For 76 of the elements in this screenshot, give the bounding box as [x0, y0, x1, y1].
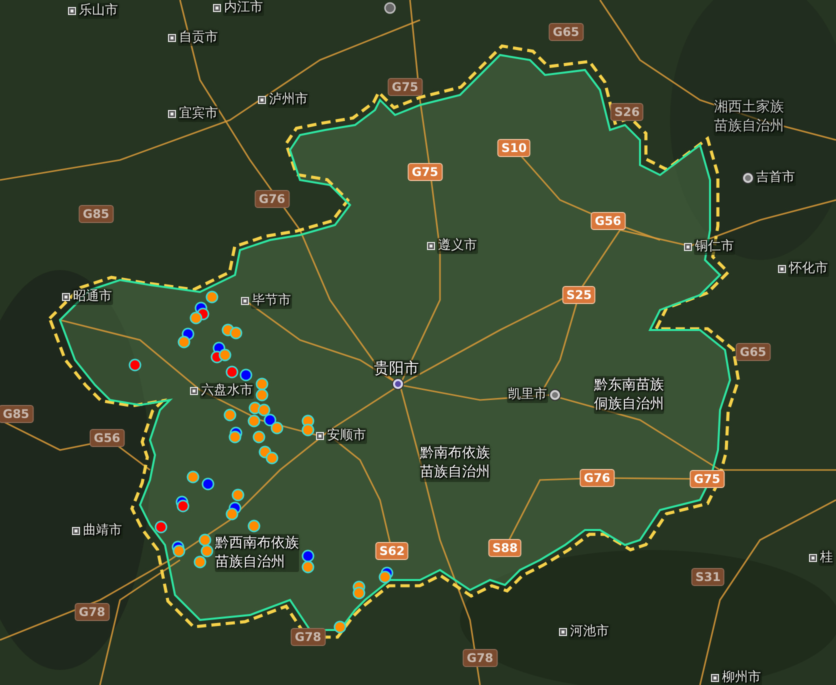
city-icon	[809, 554, 817, 562]
map-marker[interactable]	[252, 430, 266, 444]
map-marker[interactable]	[258, 404, 270, 416]
highway-shield: G85	[0, 405, 34, 423]
map-marker[interactable]	[228, 430, 242, 444]
city-icon	[258, 96, 266, 104]
map-marker[interactable]	[186, 470, 200, 484]
map-marker[interactable]	[226, 366, 238, 378]
map-marker[interactable]	[206, 290, 218, 304]
highway-shield: G78	[290, 628, 326, 646]
city-icon	[62, 293, 70, 301]
map-marker[interactable]	[190, 312, 202, 324]
city-icon	[550, 390, 560, 400]
map-marker[interactable]	[334, 620, 346, 634]
map-marker[interactable]	[248, 414, 260, 428]
map-marker[interactable]	[378, 570, 392, 584]
highway-shield: G56	[590, 212, 626, 230]
city-icon	[168, 110, 176, 118]
map-marker[interactable]	[302, 550, 314, 562]
highway-shield: G78	[462, 649, 498, 667]
city-icon	[684, 243, 692, 251]
highway-shield: G75	[690, 470, 724, 488]
highway-shield: G76	[580, 469, 614, 487]
highway-shield: G76	[254, 190, 290, 208]
map-marker[interactable]	[218, 348, 232, 362]
map-marker[interactable]	[154, 520, 168, 534]
map-marker[interactable]	[264, 414, 276, 426]
city-icon	[72, 527, 80, 535]
highway-shield: S88	[488, 539, 522, 557]
city-icon	[711, 674, 719, 682]
map-marker[interactable]	[224, 408, 236, 422]
map-marker[interactable]	[230, 326, 242, 340]
city-icon	[559, 628, 567, 636]
map-marker[interactable]	[176, 500, 190, 512]
city-icon	[190, 387, 198, 395]
highway-shield: G75	[388, 78, 422, 96]
city-icon	[68, 7, 76, 15]
highway-shield: S31	[691, 568, 725, 586]
city-marker-icon	[384, 2, 396, 14]
highway-shield: G65	[736, 343, 770, 361]
map-marker[interactable]	[178, 336, 190, 348]
map-marker[interactable]	[352, 586, 366, 600]
highway-shield: S10	[497, 139, 531, 157]
map-marker[interactable]	[302, 424, 314, 436]
map-marker[interactable]	[172, 544, 186, 558]
capital-icon	[393, 379, 403, 389]
map-marker[interactable]	[302, 560, 314, 574]
city-icon	[778, 265, 786, 273]
map-marker[interactable]	[202, 478, 214, 490]
city-icon	[316, 432, 324, 440]
highway-shield: S26	[610, 103, 644, 121]
map-marker[interactable]	[256, 378, 268, 390]
map-marker[interactable]	[198, 534, 212, 546]
map-marker[interactable]	[248, 520, 260, 532]
map-marker[interactable]	[128, 358, 142, 372]
highway-shield: G56	[90, 429, 124, 447]
map-marker[interactable]	[194, 556, 206, 568]
map-marker[interactable]	[256, 388, 268, 402]
highway-shield: G65	[548, 23, 584, 41]
highway-shield: G85	[78, 205, 114, 223]
region-label: 湘西土家族苗族自治州	[714, 98, 784, 136]
city-icon	[168, 34, 176, 42]
city-icon	[213, 4, 221, 12]
map-marker[interactable]	[266, 452, 278, 464]
highway-shield: S62	[375, 542, 409, 560]
map-marker[interactable]	[240, 368, 252, 382]
map-marker[interactable]	[270, 422, 284, 434]
highway-shield: S25	[562, 286, 596, 304]
map-marker[interactable]	[226, 508, 238, 520]
highway-shield: G75	[408, 163, 442, 181]
city-icon	[427, 242, 435, 250]
city-icon	[241, 297, 249, 305]
map-marker[interactable]	[232, 488, 244, 502]
map-marker[interactable]	[200, 544, 214, 558]
city-icon	[743, 173, 753, 183]
highway-shield: G78	[74, 603, 110, 621]
